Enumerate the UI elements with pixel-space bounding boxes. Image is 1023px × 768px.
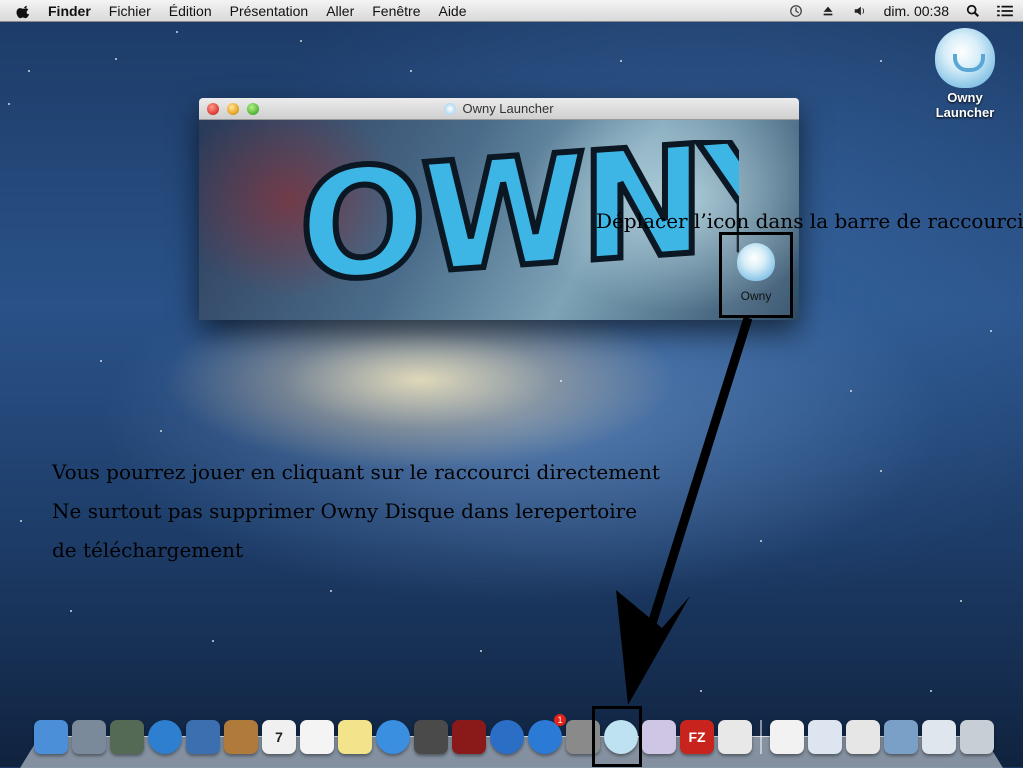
itunes-icon[interactable] — [490, 720, 524, 754]
messages-icon[interactable] — [376, 720, 410, 754]
contacts-icon[interactable] — [224, 720, 258, 754]
launchpad-icon[interactable] — [72, 720, 106, 754]
arrow-shaft — [645, 316, 753, 632]
finder-window-icon[interactable] — [922, 720, 956, 754]
drag-arrow — [616, 316, 753, 705]
dmg-document-icon[interactable] — [770, 720, 804, 754]
calendar-icon-text: 7 — [275, 729, 283, 745]
reminders-icon[interactable] — [300, 720, 334, 754]
mission-control-icon[interactable] — [110, 720, 144, 754]
facetime-icon[interactable] — [414, 720, 448, 754]
safari-icon[interactable] — [148, 720, 182, 754]
textedit-icon[interactable] — [718, 720, 752, 754]
mail-icon[interactable] — [186, 720, 220, 754]
window-thumbnail-icon[interactable] — [808, 720, 842, 754]
filezilla-icon[interactable]: FZ — [680, 720, 714, 754]
trash-icon[interactable] — [960, 720, 994, 754]
wizard-icon[interactable] — [642, 720, 676, 754]
notes-icon[interactable] — [338, 720, 372, 754]
photo-booth-icon[interactable] — [452, 720, 486, 754]
owny-dock-highlight — [592, 706, 642, 767]
filezilla-window-icon[interactable] — [846, 720, 880, 754]
finder-icon[interactable] — [34, 720, 68, 754]
app-store-badge: 1 — [554, 714, 566, 726]
calendar-icon[interactable]: 7 — [262, 720, 296, 754]
desktop-thumbnail-icon[interactable] — [884, 720, 918, 754]
dock: 7 1 FZ — [34, 714, 994, 754]
app-store-icon[interactable]: 1 — [528, 714, 566, 754]
dock-separator — [760, 720, 762, 754]
filezilla-icon-text: FZ — [688, 729, 706, 745]
